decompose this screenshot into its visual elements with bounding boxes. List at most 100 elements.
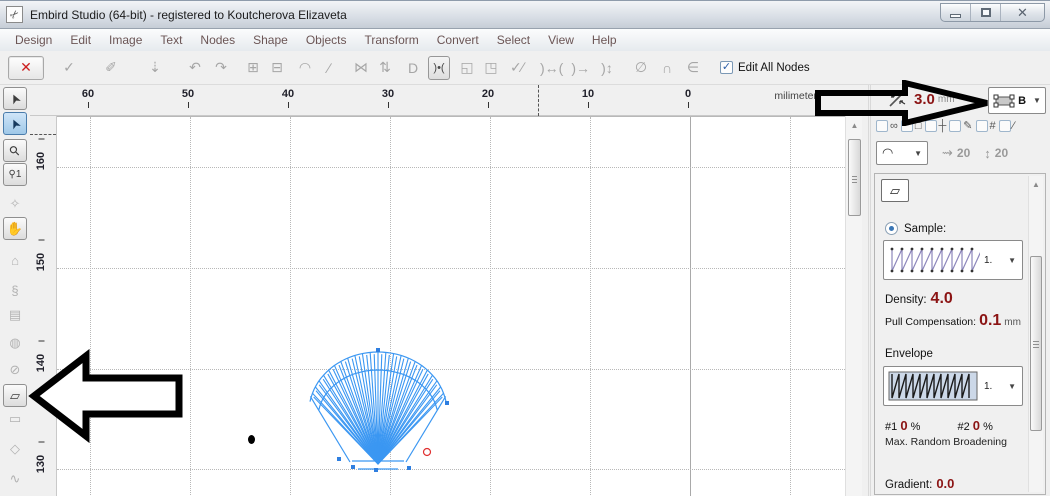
curve-v-icon: ↕: [984, 146, 991, 161]
outline-hole-tool[interactable]: ◍: [3, 331, 27, 354]
chevron-down-icon: ▼: [1033, 96, 1041, 105]
arc-options-row: ◠ ▼ ⇝ 20 ↕ 20: [876, 141, 1048, 165]
split-knife-button[interactable]: ⋈: [350, 56, 372, 80]
grid-snap-checkbox[interactable]: [976, 120, 988, 132]
grid-snap-icon: #: [990, 120, 996, 132]
column-tool[interactable]: ▱: [3, 384, 27, 407]
stitch-length-icon: [886, 88, 908, 110]
menu-text[interactable]: Text: [151, 31, 191, 49]
redo-button[interactable]: ↷: [210, 56, 232, 80]
pointer-tool[interactable]: ➤: [3, 87, 27, 110]
zoom-tool[interactable]: ⚲: [3, 139, 27, 162]
density-value: 4.0: [931, 290, 953, 307]
close-button[interactable]: ✕: [1001, 4, 1044, 21]
ruler-tick-40: 40: [268, 88, 308, 100]
pan-tool[interactable]: ✋: [3, 217, 27, 240]
panel-vertical-scrollbar[interactable]: ▲: [1028, 176, 1043, 492]
panel-splitter[interactable]: [868, 85, 871, 496]
design-canvas[interactable]: [57, 116, 845, 496]
closed-outline-tool[interactable]: ◇: [3, 437, 27, 460]
slant-icon: ∕: [1013, 120, 1015, 132]
generate-stitches-button[interactable]: ✐: [100, 56, 122, 80]
validate-path-button[interactable]: ✓∕: [506, 56, 528, 80]
cross-marker-checkbox[interactable]: [925, 120, 937, 132]
hoop-center-mark-h: [538, 85, 539, 116]
column-flat-tool[interactable]: ▭: [3, 407, 27, 430]
stitch-length-unit: mm: [938, 94, 955, 105]
edit-all-nodes-option: ✓ Edit All Nodes: [720, 61, 810, 74]
closed-shape-button[interactable]: D: [402, 56, 424, 80]
scroll-up-icon[interactable]: ▲: [847, 118, 862, 132]
node-forward-button[interactable]: ◳: [480, 56, 502, 80]
square-node-checkbox[interactable]: [901, 120, 913, 132]
delete-node-button[interactable]: ⊟: [266, 56, 288, 80]
sample-pattern-dropdown[interactable]: 1. ▼: [883, 240, 1023, 280]
align-nodes-button[interactable]: ⇅: [374, 56, 396, 80]
menu-objects[interactable]: Objects: [297, 31, 356, 49]
sample-radio[interactable]: [885, 222, 898, 235]
menu-help[interactable]: Help: [583, 31, 626, 49]
add-node-button[interactable]: ⊞: [242, 56, 264, 80]
node-back-button[interactable]: ◱: [456, 56, 478, 80]
menu-image[interactable]: Image: [100, 31, 151, 49]
close-editor-button[interactable]: ✕: [8, 56, 44, 80]
scroll-up-icon[interactable]: ▲: [1029, 178, 1043, 191]
toolbar: ✕ ✓ ✐ ⇣ ↶↷ ⊞⊟◠∕ ⋈⇅D)•( ◱◳✓∕ )↔()→)↕ ∅∩∈ ✓ Edit Al…: [0, 51, 1050, 85]
menu-view[interactable]: View: [539, 31, 583, 49]
layers-tool[interactable]: ▤: [3, 303, 27, 326]
menu-convert[interactable]: Convert: [428, 31, 488, 49]
gridline-v: [490, 117, 491, 496]
manual-stitch-tool[interactable]: ∿: [3, 467, 27, 490]
no-fill-tool[interactable]: ⊘: [3, 358, 27, 381]
column-mode-icon: [993, 94, 1015, 108]
menu-select[interactable]: Select: [488, 31, 539, 49]
restore-button[interactable]: [971, 4, 1001, 21]
arch-button[interactable]: ∩: [656, 56, 678, 80]
connect-nodes-checkbox[interactable]: [876, 120, 888, 132]
panel-scrollbar-thumb[interactable]: [1030, 256, 1042, 431]
tab-column-fill[interactable]: ▱: [881, 179, 909, 202]
gridline-v: [90, 117, 91, 496]
column-mode-dropdown[interactable]: B ▼: [988, 87, 1046, 114]
canvas-scrollbar-thumb[interactable]: [848, 139, 861, 216]
pull-compensation-row: Pull Compensation:0.1 mm: [885, 312, 1021, 330]
menu-nodes[interactable]: Nodes: [191, 31, 244, 49]
minimize-button[interactable]: [941, 4, 971, 21]
stitch-length-row: 3.0 mm: [886, 88, 955, 110]
sew-simulator-button[interactable]: ⇣: [144, 56, 166, 80]
stitch-point-marker[interactable]: [248, 435, 255, 444]
freehand-select-tool[interactable]: ✧: [3, 192, 27, 215]
arc-style-dropdown[interactable]: ◠ ▼: [876, 141, 928, 165]
envelope-pattern-dropdown[interactable]: 1. ▼: [883, 366, 1023, 406]
menu-shape[interactable]: Shape: [244, 31, 297, 49]
shell-embroidery-object[interactable]: [306, 348, 456, 478]
line-segment-button[interactable]: ∕: [318, 56, 340, 80]
edit-all-nodes-checkbox[interactable]: ✓: [720, 61, 733, 74]
ruler-tick-130: 130: [35, 453, 49, 475]
edit-node-mode-button[interactable]: )•(: [428, 56, 450, 80]
open-curve-button[interactable]: ∈: [682, 56, 704, 80]
order-tool[interactable]: §: [3, 279, 27, 302]
apply-button[interactable]: ✓: [58, 56, 80, 80]
menu-design[interactable]: Design: [6, 31, 61, 49]
pen-mode-checkbox[interactable]: [949, 120, 961, 132]
shape-tool[interactable]: ⌂: [3, 249, 27, 272]
stretch-v-button[interactable]: )↕: [596, 56, 618, 80]
slant-checkbox[interactable]: [999, 120, 1011, 132]
ruler-tick-140: 140: [35, 352, 49, 374]
ellipse-button[interactable]: ∅: [630, 56, 652, 80]
edit-nodes-tool[interactable]: ➤: [3, 112, 27, 135]
broadening-values: #1 0 % #2 0 %: [885, 418, 993, 433]
undo-button[interactable]: ↶: [184, 56, 206, 80]
broadening-1-value: 0: [900, 418, 907, 433]
menu-transform[interactable]: Transform: [356, 31, 428, 49]
canvas-vertical-scrollbar[interactable]: ▲: [845, 116, 862, 496]
ruler-tick-50: 50: [168, 88, 208, 100]
sample-stitch-pattern: [888, 244, 980, 276]
shift-node-button[interactable]: )→: [569, 56, 592, 80]
stretch-h-button[interactable]: )↔(: [538, 56, 565, 80]
zoom-1to1-tool[interactable]: ⚲1: [3, 163, 27, 186]
menu-edit[interactable]: Edit: [61, 31, 100, 49]
arc-segment-button[interactable]: ◠: [294, 56, 316, 80]
pen-mode-icon: ✎: [963, 119, 972, 132]
